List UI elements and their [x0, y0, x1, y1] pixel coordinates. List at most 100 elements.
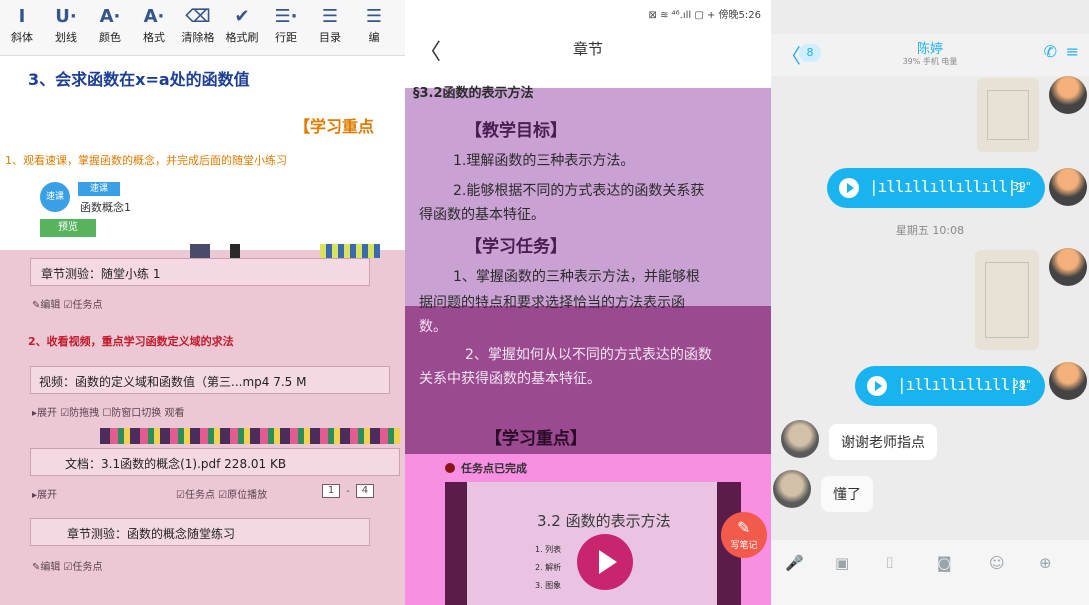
- preview-button[interactable]: 预览: [40, 219, 96, 237]
- video-player[interactable]: 3.2 函数的表示方法 1. 列表 2. 解析 3. 图象: [445, 482, 741, 605]
- edit-button[interactable]: ☰ 编: [354, 4, 394, 46]
- video-title: 视频：函数的定义域和函数值（第三...mp4 7.5 M: [39, 375, 307, 389]
- list-icon: ☰: [365, 6, 383, 27]
- toc-button[interactable]: ☰ 目录: [310, 4, 350, 46]
- goal-heading: 【教学目标】: [465, 121, 567, 141]
- voice-message[interactable]: |ıllıllıllıllıll|ı 39": [827, 168, 1045, 208]
- glitch-bar: [190, 244, 210, 258]
- waveform: |ıllıllıllıllıll|ı: [869, 177, 1025, 196]
- video-item: 1. 列表: [535, 545, 562, 554]
- chat-panel: 〈 8 陈婷 39% 手机 电量 ✆ ≡ |ıllıllıllıllıll|ı …: [771, 0, 1089, 605]
- task-item: 数。: [419, 319, 447, 335]
- document-expand[interactable]: ▸展开: [32, 486, 57, 501]
- page-to-input[interactable]: 4: [355, 484, 374, 498]
- lesson-title: §3.2函数的表示方法: [413, 86, 534, 101]
- play-icon[interactable]: [839, 178, 859, 198]
- format-icon: A·: [143, 6, 165, 27]
- brush-icon: ✔: [234, 6, 250, 27]
- document-row[interactable]: 文档：3.1函数的概念(1).pdf 228.01 KB: [30, 448, 400, 476]
- contact-name: 陈婷: [916, 42, 943, 57]
- page-range: 1 - 4: [322, 484, 374, 498]
- camera-icon[interactable]: ⌷: [885, 554, 894, 572]
- section-heading: 【学习重点: [294, 117, 375, 136]
- task-complete-badge: 任务点已完成: [445, 460, 527, 476]
- avatar[interactable]: [781, 420, 819, 458]
- task-text: 1、观看速课，掌握函数的概念，并完成后面的随堂小练习: [5, 154, 287, 167]
- speed-lesson-tag: 速课: [78, 182, 120, 196]
- speed-lesson-icon[interactable]: 速课: [40, 182, 70, 212]
- line-spacing-icon: ☰·: [274, 6, 298, 27]
- video-frame: 3.2 函数的表示方法 1. 列表 2. 解析 3. 图象: [467, 482, 717, 605]
- format-toolbar: I 斜体 U· 划线 A· 颜色 A· 格式 ⌫ 清除格 ✔ 格式刷 ☰· 行距 ☰ 目录 ☰ 编: [0, 0, 405, 56]
- goal-item: 1.理解函数的三种表示方法。: [453, 153, 635, 169]
- document-options[interactable]: ☑任务点 ☑原位播放: [176, 486, 267, 501]
- lesson-title[interactable]: 函数概念1: [80, 199, 131, 215]
- page-from-input[interactable]: 1: [322, 484, 340, 498]
- plus-icon[interactable]: ⊕: [1039, 554, 1052, 572]
- list-icon: ☰: [321, 6, 339, 27]
- format-painter-button[interactable]: ✔ 格式刷: [222, 4, 262, 46]
- avatar[interactable]: [773, 470, 811, 508]
- dot-icon: [445, 463, 455, 473]
- task-heading: 【学习任务】: [465, 237, 567, 257]
- menu-icon[interactable]: ≡: [1066, 42, 1079, 61]
- waveform: |ıllıllıllıll|ı: [897, 375, 1027, 394]
- chapter-reader-panel: ⊠ ≋ ⁴⁶.ıll ▢ + 傍晚5:26 〈 章节 §3.2函数的表示方法 【…: [405, 0, 771, 605]
- contact-status: 39% 手机 电量: [902, 57, 958, 66]
- avatar[interactable]: [1049, 248, 1087, 286]
- voice-duration: 39": [1011, 180, 1031, 193]
- avatar[interactable]: [1049, 168, 1087, 206]
- glitch-bar: [230, 244, 240, 258]
- clear-format-button[interactable]: ⌫ 清除格: [178, 4, 218, 46]
- document-title: 文档：3.1函数的概念(1).pdf 228.01 KB: [65, 457, 287, 471]
- task-item: 关系中获得函数的基本特征。: [419, 371, 601, 387]
- task-item: 据问题的特点和要求选择恰当的方法表示函: [419, 295, 685, 311]
- image-icon[interactable]: ▣: [835, 554, 849, 572]
- goal-heading: 3、会求函数在x=a处的函数值: [28, 70, 250, 89]
- font-color-icon: A·: [99, 6, 121, 27]
- color-button[interactable]: A· 颜色: [90, 4, 130, 46]
- format-button[interactable]: A· 格式: [134, 4, 174, 46]
- envelope-icon[interactable]: ◙: [937, 554, 952, 572]
- reader-title: 章节: [572, 40, 603, 58]
- reader-header: 〈 章节: [405, 26, 771, 74]
- voice-message[interactable]: |ıllıllıllıll|ı 28": [855, 366, 1045, 406]
- video-row[interactable]: 视频：函数的定义域和函数值（第三...mp4 7.5 M: [30, 366, 390, 394]
- status-bar: ⊠ ≋ ⁴⁶.ıll ▢ + 傍晚5:26: [648, 10, 761, 21]
- emoji-icon[interactable]: ☺: [989, 554, 1005, 572]
- timestamp: 星期五 10:08: [895, 224, 965, 237]
- line-spacing-button[interactable]: ☰· 行距: [266, 4, 306, 46]
- play-icon[interactable]: [867, 376, 887, 396]
- video-options[interactable]: ▸展开 ☑防拖拽 ☐防窗口切换 观看: [32, 404, 185, 419]
- glitch-bar: [100, 428, 400, 444]
- quiz-row-2[interactable]: 章节测验：函数的概念随堂练习: [30, 518, 370, 546]
- avatar[interactable]: [1049, 362, 1087, 400]
- phone-icon[interactable]: ✆: [1044, 42, 1057, 61]
- italic-icon: I: [18, 6, 26, 27]
- chat-input-toolbar: 🎤 ▣ ⌷ ◙ ☺ ⊕: [771, 540, 1089, 605]
- quiz-actions-2[interactable]: ✎编辑 ☑任务点: [32, 558, 103, 573]
- goal-item: 2.能够根据不同的方式表达的函数关系获: [453, 183, 705, 199]
- video-item: 3. 图象: [535, 581, 562, 590]
- underline-button[interactable]: U· 划线: [46, 4, 86, 46]
- chat-header: 〈 8 陈婷 39% 手机 电量 ✆ ≡: [771, 34, 1089, 76]
- task-item: 1、掌握函数的三种表示方法，并能够根: [453, 269, 700, 285]
- write-note-button[interactable]: 写笔记: [721, 512, 767, 558]
- glitch-bar: [320, 244, 380, 258]
- quiz-row-1[interactable]: 章节测验：随堂小练 1: [30, 258, 370, 286]
- goal-item: 得函数的基本特征。: [419, 207, 545, 223]
- avatar[interactable]: [1049, 76, 1087, 114]
- eraser-icon: ⌫: [185, 6, 211, 27]
- italic-button[interactable]: I 斜体: [2, 4, 42, 46]
- task-item: 2、掌握如何从以不同的方式表达的函数: [465, 347, 712, 363]
- chat-message: 懂了: [821, 476, 873, 512]
- task-2-heading: 2、收看视频，重点学习函数定义域的求法: [28, 335, 234, 348]
- course-editor-panel: I 斜体 U· 划线 A· 颜色 A· 格式 ⌫ 清除格 ✔ 格式刷 ☰· 行距 ☰ 目录 ☰ 编…: [0, 0, 405, 605]
- video-title: 3.2 函数的表示方法: [537, 512, 671, 530]
- play-icon[interactable]: [577, 534, 633, 590]
- image-message[interactable]: [977, 78, 1039, 152]
- chat-message: 谢谢老师指点: [829, 424, 937, 460]
- image-message[interactable]: [975, 250, 1039, 350]
- microphone-icon[interactable]: 🎤: [785, 554, 804, 572]
- quiz-actions-1[interactable]: ✎编辑 ☑任务点: [32, 296, 103, 311]
